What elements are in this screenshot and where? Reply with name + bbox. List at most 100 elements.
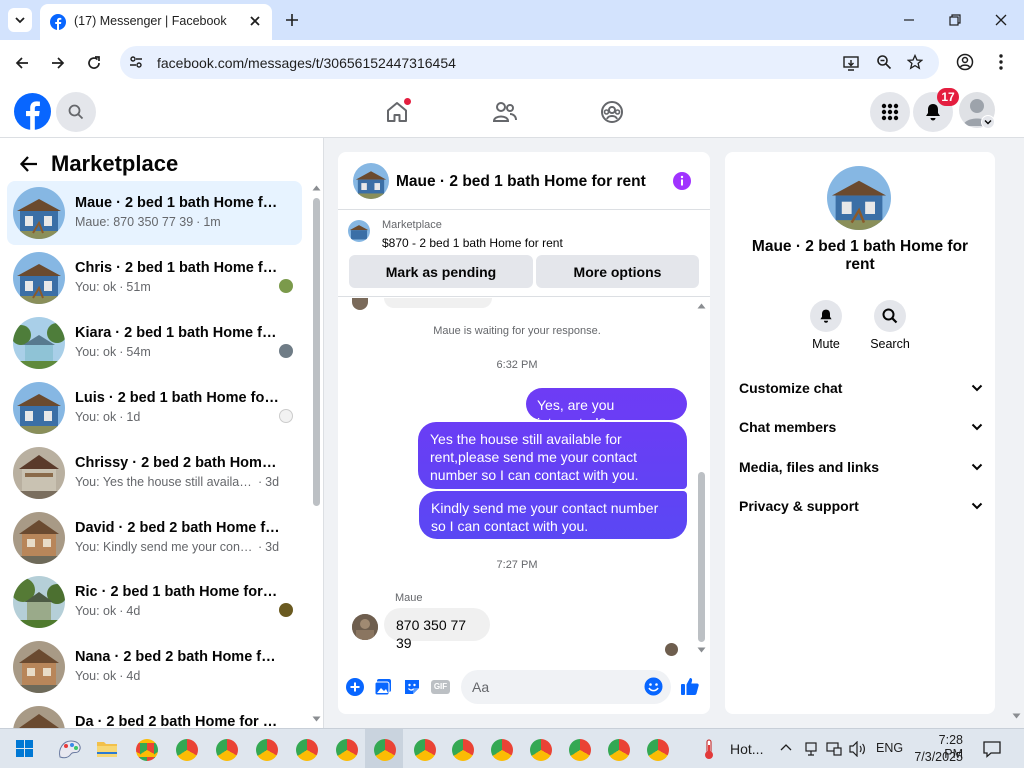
- info-icon[interactable]: [673, 172, 691, 190]
- avatar: [13, 447, 65, 499]
- chrome-window-icon[interactable]: [336, 739, 358, 761]
- message-incoming[interactable]: 870 350 77 39: [384, 608, 490, 651]
- scroll-up-icon[interactable]: [312, 185, 321, 191]
- new-tab-icon[interactable]: [284, 12, 300, 28]
- more-options-button[interactable]: More options: [536, 255, 699, 288]
- photo-icon[interactable]: [374, 678, 392, 696]
- chat-title[interactable]: Maue · 2 bed 1 bath Home for rent: [396, 173, 646, 191]
- conversation-item-kiara[interactable]: Kiara · 2 bed 1 bath Home for rent You: …: [7, 311, 302, 375]
- like-icon[interactable]: [680, 676, 700, 696]
- search-facebook-button[interactable]: [56, 92, 96, 132]
- tab-search-button[interactable]: [8, 8, 32, 32]
- browser-tab-bar: (17) Messenger | Facebook: [0, 0, 1024, 40]
- menu-button[interactable]: [870, 92, 910, 132]
- thermometer-icon[interactable]: [700, 738, 718, 760]
- zoom-icon[interactable]: [876, 54, 892, 70]
- notification-center-icon[interactable]: [983, 740, 1001, 758]
- back-arrow-icon[interactable]: [19, 154, 39, 174]
- chrome-window-icon[interactable]: [256, 739, 278, 761]
- scroll-down-icon[interactable]: [312, 716, 321, 722]
- section-chat-members[interactable]: Chat members: [739, 415, 983, 439]
- conversation-item-nana[interactable]: Nana · 2 bed 2 bath Home for rent You: o…: [7, 635, 302, 699]
- network-icon[interactable]: [826, 741, 842, 757]
- conversation-name: Da · 2 bed 2 bath Home for rent: [75, 714, 280, 728]
- chevron-down-icon: [971, 423, 983, 431]
- chrome-window-icon[interactable]: [374, 739, 396, 761]
- groups-icon[interactable]: [600, 100, 624, 124]
- chat-scrollbar-thumb[interactable]: [698, 472, 705, 642]
- conversation-name: Chris · 2 bed 1 bath Home for rent: [75, 260, 280, 276]
- conversation-item-chris[interactable]: Chris · 2 bed 1 bath Home for rent You: …: [7, 246, 302, 310]
- forward-icon[interactable]: [50, 55, 66, 71]
- conversation-preview: You: ok · 54m: [75, 345, 151, 359]
- chat-avatar[interactable]: [353, 163, 389, 199]
- message-outgoing[interactable]: Yes the house still available for rent,p…: [418, 422, 687, 489]
- conversation-name: Kiara · 2 bed 1 bath Home for rent: [75, 325, 280, 341]
- message-outgoing[interactable]: Yes, are you interested?: [526, 388, 687, 431]
- chrome-window-icon[interactable]: [136, 739, 158, 761]
- chrome-window-icon[interactable]: [569, 739, 591, 761]
- site-info-icon[interactable]: [128, 54, 144, 70]
- message-outgoing[interactable]: Kindly send me your contact number so I …: [419, 491, 687, 539]
- paint-app-icon[interactable]: [57, 737, 83, 761]
- chrome-window-icon[interactable]: [491, 739, 513, 761]
- conversation-item-luis[interactable]: Luis · 2 bed 1 bath Home for rent You: o…: [7, 376, 302, 440]
- message-input[interactable]: Aa: [461, 670, 671, 704]
- chevron-down-icon: [971, 384, 983, 392]
- conversation-item-ric[interactable]: Ric · 2 bed 1 bath Home for rent You: ok…: [7, 570, 302, 634]
- file-explorer-icon[interactable]: [96, 739, 118, 759]
- sticker-icon[interactable]: [403, 678, 421, 696]
- weather-text[interactable]: Hot...: [730, 741, 763, 757]
- install-app-icon[interactable]: [842, 54, 860, 72]
- listing-title[interactable]: $870 - 2 bed 1 bath Home for rent: [382, 236, 563, 250]
- chrome-window-icon[interactable]: [216, 739, 238, 761]
- chrome-window-icon[interactable]: [608, 739, 630, 761]
- conversation-item-maue[interactable]: Maue · 2 bed 1 bath Home for rent Maue: …: [7, 181, 302, 245]
- plus-icon[interactable]: [346, 678, 364, 696]
- gif-icon[interactable]: GIF: [431, 680, 450, 694]
- url-text[interactable]: facebook.com/messages/t/3065615244731645…: [157, 55, 456, 71]
- language-indicator[interactable]: ENG: [876, 741, 903, 755]
- chrome-window-icon[interactable]: [176, 739, 198, 761]
- profile-icon[interactable]: [956, 53, 974, 71]
- mute-button[interactable]: [810, 300, 842, 332]
- section-customize-chat[interactable]: Customize chat: [739, 376, 983, 400]
- browser-menu-icon[interactable]: [998, 53, 1004, 71]
- search-conversation-button[interactable]: [874, 300, 906, 332]
- account-chevron-icon[interactable]: [981, 115, 995, 129]
- chrome-window-icon[interactable]: [530, 739, 552, 761]
- chrome-window-icon[interactable]: [296, 739, 318, 761]
- meet-icon[interactable]: [804, 741, 818, 757]
- mark-pending-button[interactable]: Mark as pending: [349, 255, 533, 288]
- info-avatar[interactable]: [827, 166, 891, 230]
- close-window-icon[interactable]: [994, 13, 1008, 27]
- sidebar-scrollbar-thumb[interactable]: [313, 198, 320, 506]
- section-privacy-support[interactable]: Privacy & support: [739, 494, 983, 518]
- minimize-icon[interactable]: [902, 13, 916, 27]
- chat-scroll-up-icon[interactable]: [697, 303, 706, 309]
- reload-icon[interactable]: [86, 55, 102, 71]
- volume-icon[interactable]: [849, 741, 867, 757]
- chrome-window-icon[interactable]: [452, 739, 474, 761]
- conversation-item-david[interactable]: David · 2 bed 2 bath Home for rent You: …: [7, 506, 302, 570]
- back-icon[interactable]: [14, 55, 30, 71]
- page-scroll-down-icon[interactable]: [1012, 713, 1021, 719]
- address-bar[interactable]: facebook.com/messages/t/3065615244731645…: [120, 46, 939, 79]
- emoji-icon[interactable]: [644, 677, 663, 696]
- conversation-item-chrissy[interactable]: Chrissy · 2 bed 2 bath Home for rent You…: [7, 441, 302, 505]
- facebook-logo-icon[interactable]: [14, 93, 51, 130]
- clock-date[interactable]: 7/3/2025: [911, 750, 963, 764]
- close-tab-icon[interactable]: [248, 14, 262, 28]
- bookmark-star-icon[interactable]: [907, 54, 923, 70]
- chrome-window-icon[interactable]: [647, 739, 669, 761]
- restore-icon[interactable]: [948, 13, 962, 27]
- section-media-files-links[interactable]: Media, files and links: [739, 455, 983, 479]
- windows-start-icon[interactable]: [16, 740, 33, 757]
- chrome-window-icon[interactable]: [414, 739, 436, 761]
- sender-avatar[interactable]: [352, 614, 378, 640]
- friends-icon[interactable]: [492, 100, 518, 124]
- tray-chevron-up-icon[interactable]: [780, 743, 792, 751]
- conversation-item-da[interactable]: Da · 2 bed 2 bath Home for rent: [7, 700, 302, 728]
- chat-scroll-down-icon[interactable]: [697, 647, 706, 653]
- browser-tab[interactable]: (17) Messenger | Facebook: [40, 4, 272, 40]
